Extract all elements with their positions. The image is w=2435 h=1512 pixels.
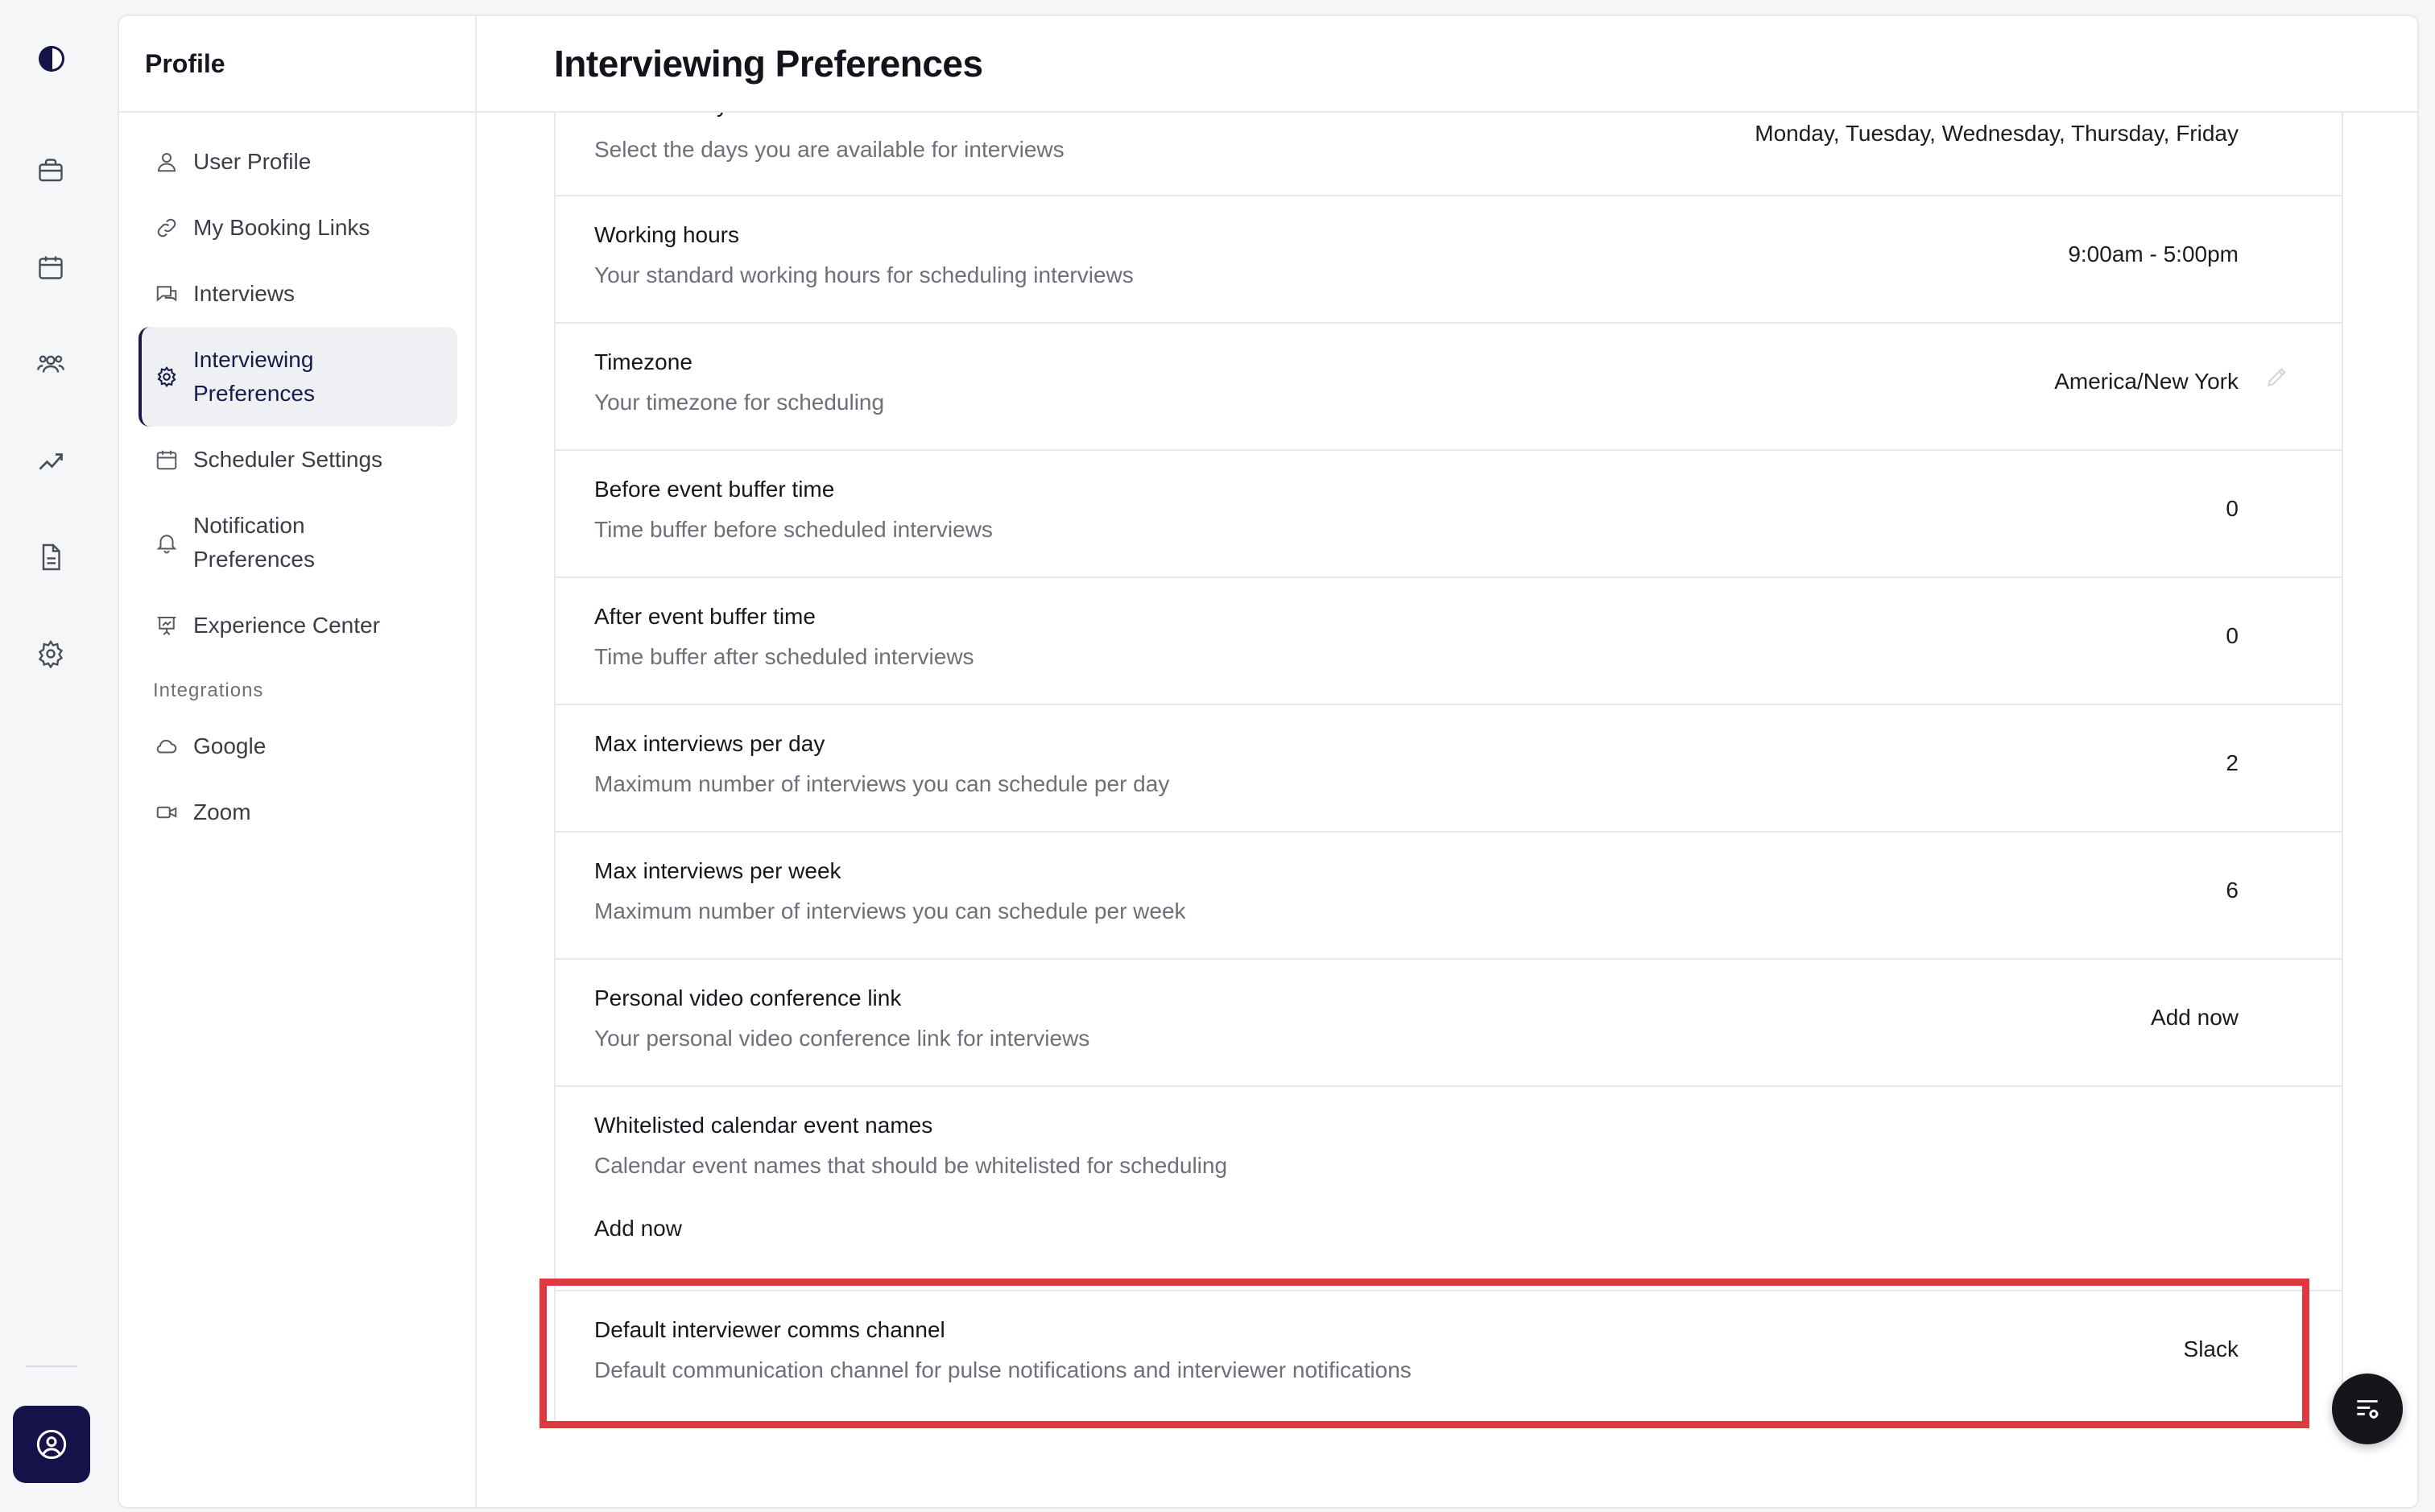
sidebar-item-label: Experience Center [193,613,380,638]
briefcase-icon[interactable] [33,153,68,188]
sidebar-title: Profile [145,48,225,78]
add-whitelisted-event-button[interactable]: Add now [594,1216,682,1241]
user-icon [155,150,179,174]
preference-description: Maximum number of interviews you can sch… [594,771,1170,796]
sidebar-item-scheduler-settings[interactable]: Scheduler Settings [138,427,457,493]
preference-value: America/New York [2054,369,2239,394]
preference-description: Maximum number of interviews you can sch… [594,899,1186,923]
user-account-button[interactable] [13,1406,90,1483]
rail-divider [26,1365,77,1367]
sidebar-item-notification-preferences[interactable]: Notification Preferences [138,493,457,593]
user-circle-icon [36,1429,67,1460]
sidebar-item-experience-center[interactable]: Experience Center [138,593,457,659]
preference-title: Before event buffer time [594,477,835,502]
preference-value: Slack [2183,1336,2239,1361]
document-icon[interactable] [33,539,68,575]
pencil-icon[interactable] [2264,364,2290,390]
preference-row-whitelisted-events: Whitelisted calendar event names Calenda… [556,1087,2342,1291]
main-card: Profile User Profile My Booking Links In… [118,14,2419,1509]
sidebar-item-label: Scheduler Settings [193,447,383,472]
brand-logo[interactable] [34,43,69,74]
video-icon [155,800,179,824]
preference-row-video-link[interactable]: Personal video conference link Your pers… [556,960,2342,1087]
gear-icon[interactable] [33,636,68,671]
preference-title: Timezone [594,349,692,374]
cloud-icon [155,734,179,758]
preference-value: 0 [2226,623,2239,648]
list-settings-icon [2357,1400,2379,1419]
preference-row-working-hours[interactable]: Working hours Your standard working hour… [556,196,2342,324]
preference-title: After event buffer time [594,604,816,629]
preference-description: Your personal video conference link for … [594,1026,1090,1051]
sidebar-item-label: User Profile [193,149,312,174]
page-header: Interviewing Preferences [477,16,2417,113]
preference-title: Max interviews per day [594,731,825,756]
sidebar-item-zoom[interactable]: Zoom [138,779,457,845]
preference-description: Calendar event names that should be whit… [594,1153,1228,1178]
preference-description: Time buffer before scheduled interviews [594,517,993,542]
preference-description: Default communication channel for pulse … [594,1357,1412,1382]
sidebar-item-interviews[interactable]: Interviews [138,261,457,327]
preferences-list: Available days Select the days you are a… [554,92,2343,1420]
calendar-icon[interactable] [33,250,68,285]
preference-description: Your timezone for scheduling [594,390,885,415]
sidebar-item-label: Notification Preferences [193,513,315,572]
link-icon [155,216,179,240]
preference-title: Default interviewer comms channel [594,1317,945,1342]
calendar-icon [155,448,179,472]
page-title: Interviewing Preferences [554,43,983,85]
sidebar-item-booking-links[interactable]: My Booking Links [138,195,457,261]
preference-value: Monday, Tuesday, Wednesday, Thursday, Fr… [1755,121,2239,146]
preference-row-max-per-day[interactable]: Max interviews per day Maximum number of… [556,705,2342,832]
profile-sidebar: Profile User Profile My Booking Links In… [119,16,477,1507]
preference-row-after-buffer[interactable]: After event buffer time Time buffer afte… [556,578,2342,705]
presentation-icon [155,613,179,638]
gear-icon [155,365,179,389]
profile-nav: User Profile My Booking Links Interviews… [138,129,457,845]
sidebar-item-label: Zoom [193,799,251,824]
preferences-content: Interviewing Preferences Available days … [477,16,2417,1507]
preference-value: 0 [2226,496,2239,521]
analytics-icon[interactable] [33,443,68,478]
preference-row-available-days[interactable]: Available days Select the days you are a… [556,92,2342,196]
preference-row-timezone[interactable]: Timezone Your timezone for scheduling Am… [556,324,2342,451]
preference-row-before-buffer[interactable]: Before event buffer time Time buffer bef… [556,451,2342,578]
sidebar-item-user-profile[interactable]: User Profile [138,129,457,195]
preference-title: Personal video conference link [594,985,902,1010]
integrations-heading: Integrations [153,680,264,701]
sidebar-item-google[interactable]: Google [138,713,457,779]
sidebar-item-label: My Booking Links [193,215,370,240]
sidebar-item-label: Interviews [193,281,296,306]
icon-rail [0,0,105,1512]
preference-row-comms-channel[interactable]: Default interviewer comms channel Defaul… [556,1291,2342,1420]
preference-value: 9:00am - 5:00pm [2068,242,2239,266]
bell-icon [155,531,179,555]
sidebar-item-interviewing-preferences[interactable]: Interviewing Preferences [138,327,457,427]
sidebar-item-label: Google [193,733,267,758]
preference-value: 2 [2226,750,2239,775]
floating-action-button[interactable] [2332,1374,2403,1444]
preference-title: Working hours [594,222,740,247]
sidebar-item-label: Interviewing Preferences [193,347,315,406]
chat-icon [155,282,179,306]
add-video-link-button[interactable]: Add now [2151,1005,2239,1031]
preference-description: Select the days you are available for in… [594,137,1065,162]
preference-description: Time buffer after scheduled interviews [594,644,974,669]
preference-row-max-per-week[interactable]: Max interviews per week Maximum number o… [556,832,2342,960]
people-icon[interactable] [33,346,68,382]
sidebar-header: Profile [119,16,475,113]
preference-title: Max interviews per week [594,858,841,883]
preference-description: Your standard working hours for scheduli… [594,262,1134,287]
preference-title: Whitelisted calendar event names [594,1113,933,1138]
preference-value: 6 [2226,878,2239,903]
